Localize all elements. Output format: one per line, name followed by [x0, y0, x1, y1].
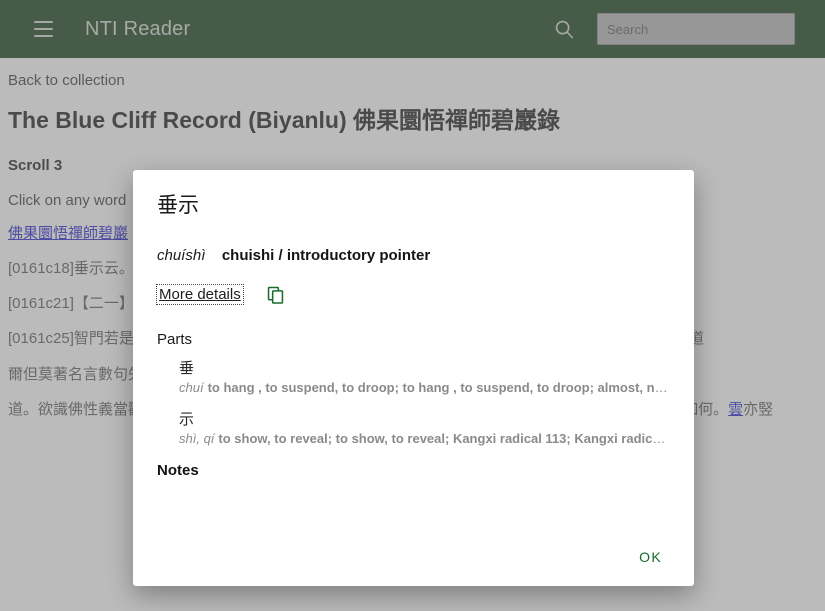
ok-button[interactable]: OK	[629, 541, 672, 573]
part-definition: shì, qí to show, to reveal; to show, to r…	[179, 431, 670, 446]
page-root: NTI Reader Back to collection The Blue C…	[0, 0, 825, 611]
part-entry: 示 shì, qí to show, to reveal; to show, to …	[157, 411, 670, 446]
dialog-footer: OK	[133, 532, 694, 586]
part-pinyin: chuí	[179, 379, 204, 395]
part-pinyin: shì, qí	[179, 430, 215, 446]
headword-pinyin: chuíshì	[157, 247, 206, 265]
parts-list: 垂 chuí to hang , to suspend, to droop; to …	[157, 360, 670, 446]
dialog-gloss-row: chuíshì chuishi / introductory pointer	[157, 247, 670, 265]
word-detail-dialog: 垂示 chuíshì chuishi / introductory pointe…	[133, 170, 694, 586]
part-definition-text: to hang , to suspend, to droop; to hang …	[207, 379, 670, 395]
headword-english: chuishi / introductory pointer	[221, 247, 431, 265]
part-character[interactable]: 示	[179, 411, 670, 430]
copy-icon[interactable]	[265, 283, 287, 305]
more-details-link[interactable]: More details	[156, 283, 244, 305]
dialog-headword: 垂示	[157, 194, 199, 217]
part-definition: chuí to hang , to suspend, to droop; to h…	[179, 380, 670, 395]
dialog-actions-row: More details	[156, 283, 670, 305]
part-character[interactable]: 垂	[179, 360, 670, 379]
parts-section-label: Parts	[157, 331, 193, 349]
notes-section: Notes	[157, 462, 670, 479]
notes-section-label: Notes	[157, 461, 199, 479]
part-entry: 垂 chuí to hang , to suspend, to droop; to …	[157, 360, 670, 395]
part-definition-text: to show, to reveal; to show, to reveal; …	[218, 430, 670, 446]
dialog-body: 垂示 chuíshì chuishi / introductory pointe…	[133, 170, 694, 532]
